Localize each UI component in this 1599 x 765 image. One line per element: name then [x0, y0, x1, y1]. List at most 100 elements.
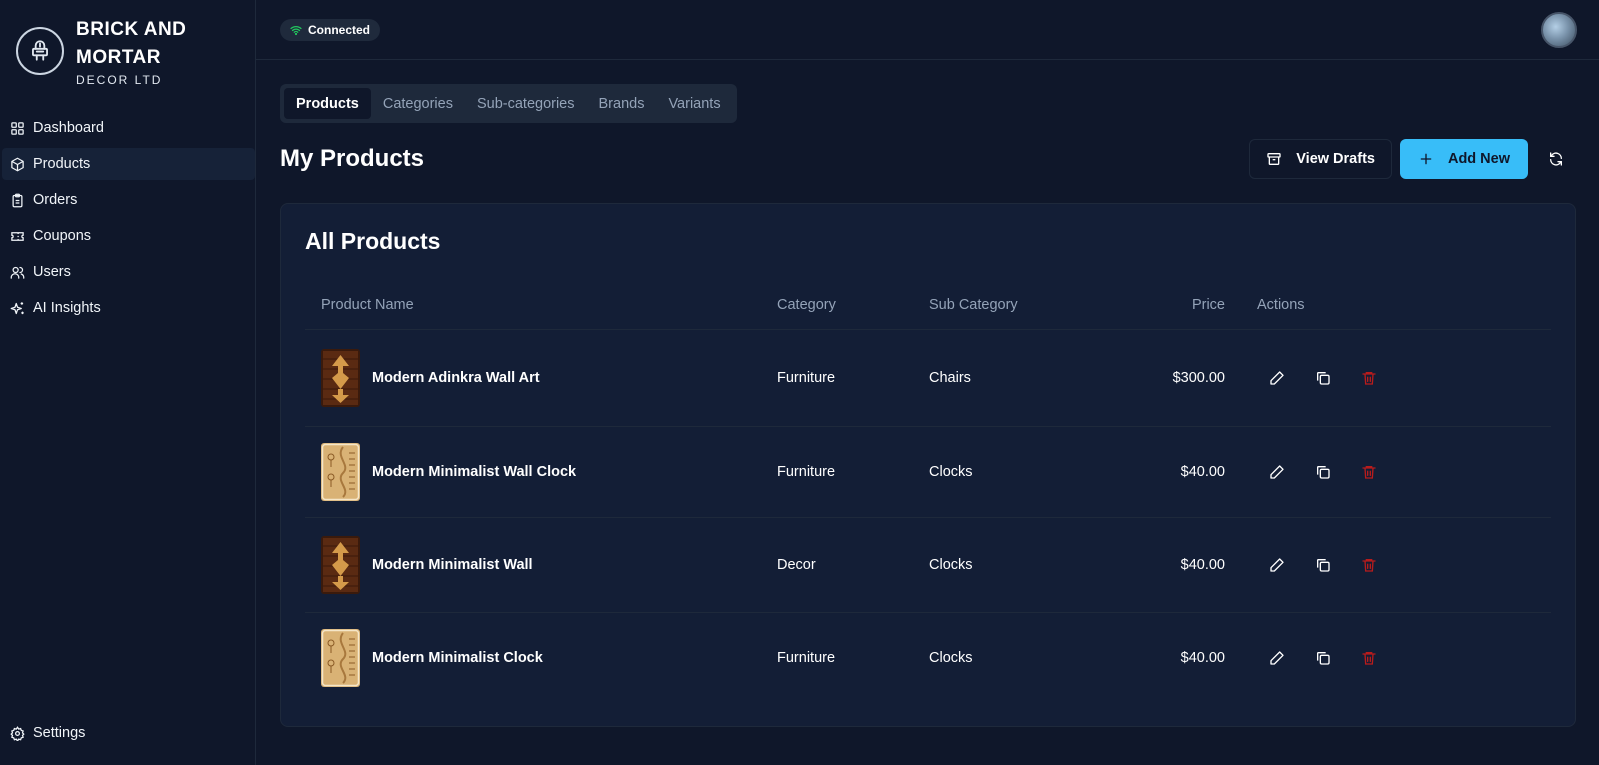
clipboard-icon [12, 193, 23, 207]
delete-button[interactable] [1353, 456, 1385, 488]
duplicate-button[interactable] [1307, 549, 1339, 581]
sidebar-item-label: Users [33, 264, 71, 280]
connection-status-text: Connected [308, 23, 371, 37]
product-thumbnail [321, 349, 360, 407]
header-actions: View Drafts Add New [1249, 139, 1576, 179]
sparkles-icon [10, 301, 24, 314]
sidebar-item-users[interactable]: Users [2, 256, 255, 288]
product-name: Modern Minimalist Clock [372, 649, 543, 666]
sidebar-nav: Dashboard Products Orders Coupons Users … [0, 112, 255, 324]
sidebar: BRICK AND MORTAR DECOR LTD Dashboard Pro… [0, 0, 256, 765]
product-price: $40.00 [1087, 517, 1241, 613]
product-price: $40.00 [1180, 649, 1225, 666]
duplicate-button[interactable] [1307, 362, 1339, 394]
grid-icon [11, 121, 24, 135]
wifi-icon [290, 26, 302, 36]
edit-button[interactable] [1261, 456, 1293, 488]
view-drafts-button[interactable]: View Drafts [1249, 139, 1392, 179]
product-name: Modern Minimalist Wall Clock [372, 463, 577, 480]
connection-status-badge: Connected [280, 19, 381, 41]
tab-sub-categories[interactable]: Sub-categories [465, 88, 587, 119]
ticket-icon [11, 231, 24, 241]
column-header-category: Category [761, 281, 913, 330]
column-header-product-name: Product Name [305, 281, 761, 330]
product-sub-category: Clocks [913, 426, 1087, 518]
plug-icon [16, 27, 64, 75]
delete-button[interactable] [1353, 362, 1385, 394]
card-title: All Products [305, 228, 441, 254]
brand-name-line2: MORTAR [76, 47, 161, 68]
product-price: $300.00 [1087, 329, 1241, 427]
sidebar-item-label: Products [33, 156, 91, 172]
duplicate-button[interactable] [1307, 642, 1339, 674]
sidebar-item-dashboard[interactable]: Dashboard [2, 112, 255, 144]
delete-button[interactable] [1353, 549, 1385, 581]
sidebar-item-orders[interactable]: Orders [2, 184, 255, 216]
add-new-label: Add New [1447, 151, 1510, 167]
delete-button[interactable] [1353, 642, 1385, 674]
trash-icon [1362, 651, 1376, 665]
tab-brands[interactable]: Brands [587, 88, 657, 119]
table-row: Modern Adinkra Wall Art Furniture Chairs… [305, 329, 1551, 427]
product-thumbnail [321, 629, 360, 687]
tab-bar: Products Categories Sub-categories Brand… [280, 84, 737, 123]
product-sub-category: Chairs [913, 329, 1087, 427]
pencil-icon [1270, 651, 1284, 665]
sidebar-item-settings[interactable]: Settings [2, 717, 255, 749]
sidebar-item-products[interactable]: Products [2, 148, 255, 180]
edit-button[interactable] [1261, 549, 1293, 581]
copy-icon [1317, 558, 1330, 572]
sidebar-item-label: Orders [33, 192, 78, 208]
product-category: Furniture [777, 649, 836, 666]
add-new-button[interactable]: Add New [1399, 139, 1528, 179]
brand[interactable]: BRICK AND MORTAR DECOR LTD [0, 0, 255, 108]
pencil-icon [1270, 464, 1284, 479]
tab-products[interactable]: Products [284, 88, 371, 119]
product-category: Furniture [761, 329, 913, 427]
pencil-icon [1270, 557, 1284, 572]
product-thumbnail [321, 443, 360, 501]
sidebar-item-label: AI Insights [33, 300, 101, 316]
page-title: My Products [280, 145, 425, 172]
users-icon [10, 266, 25, 279]
product-category: Decor [761, 517, 913, 613]
sidebar-item-ai-insights[interactable]: AI Insights [2, 292, 255, 324]
edit-button[interactable] [1261, 362, 1293, 394]
duplicate-button[interactable] [1307, 456, 1339, 488]
copy-icon [1317, 465, 1330, 479]
products-table: Product Name Category Sub Category Price… [305, 281, 1551, 703]
table-header-row: Product Name Category Sub Category Price… [305, 281, 1551, 330]
settings-label: Settings [33, 725, 86, 741]
box-icon [11, 157, 24, 171]
products-card: All Products Product Name Category Sub C… [280, 203, 1576, 727]
product-category: Furniture [761, 426, 913, 518]
trash-icon [1362, 465, 1376, 479]
table-row: Modern Minimalist Wall Decor Clocks $40.… [305, 517, 1551, 613]
tab-variants[interactable]: Variants [656, 88, 732, 119]
column-header-sub-category: Sub Category [913, 281, 1087, 330]
column-header-actions: Actions [1241, 281, 1551, 330]
pencil-icon [1270, 370, 1284, 385]
trash-icon [1362, 371, 1376, 385]
sidebar-item-coupons[interactable]: Coupons [2, 220, 255, 252]
product-name: Modern Adinkra Wall Art [372, 369, 540, 386]
product-sub-category: Clocks [929, 649, 973, 666]
plus-icon [1420, 153, 1432, 165]
tab-categories[interactable]: Categories [371, 88, 465, 119]
archive-icon [1267, 153, 1281, 165]
view-drafts-label: View Drafts [1296, 151, 1375, 167]
product-sub-category: Clocks [913, 517, 1087, 613]
brand-name-line1: BRICK AND [76, 19, 187, 40]
copy-icon [1317, 371, 1330, 385]
avatar[interactable] [1541, 12, 1577, 48]
refresh-icon [1550, 152, 1562, 166]
topbar: Connected [256, 0, 1599, 60]
product-thumbnail [321, 536, 360, 594]
edit-button[interactable] [1261, 642, 1293, 674]
main-content: Products Categories Sub-categories Brand… [280, 84, 1576, 727]
refresh-button[interactable] [1536, 139, 1576, 179]
table-row: Modern Minimalist Wall Clock Furniture C… [305, 426, 1551, 518]
sidebar-item-label: Coupons [33, 228, 92, 244]
copy-icon [1317, 651, 1330, 665]
page-header: My Products View Drafts Add New [280, 139, 1576, 179]
